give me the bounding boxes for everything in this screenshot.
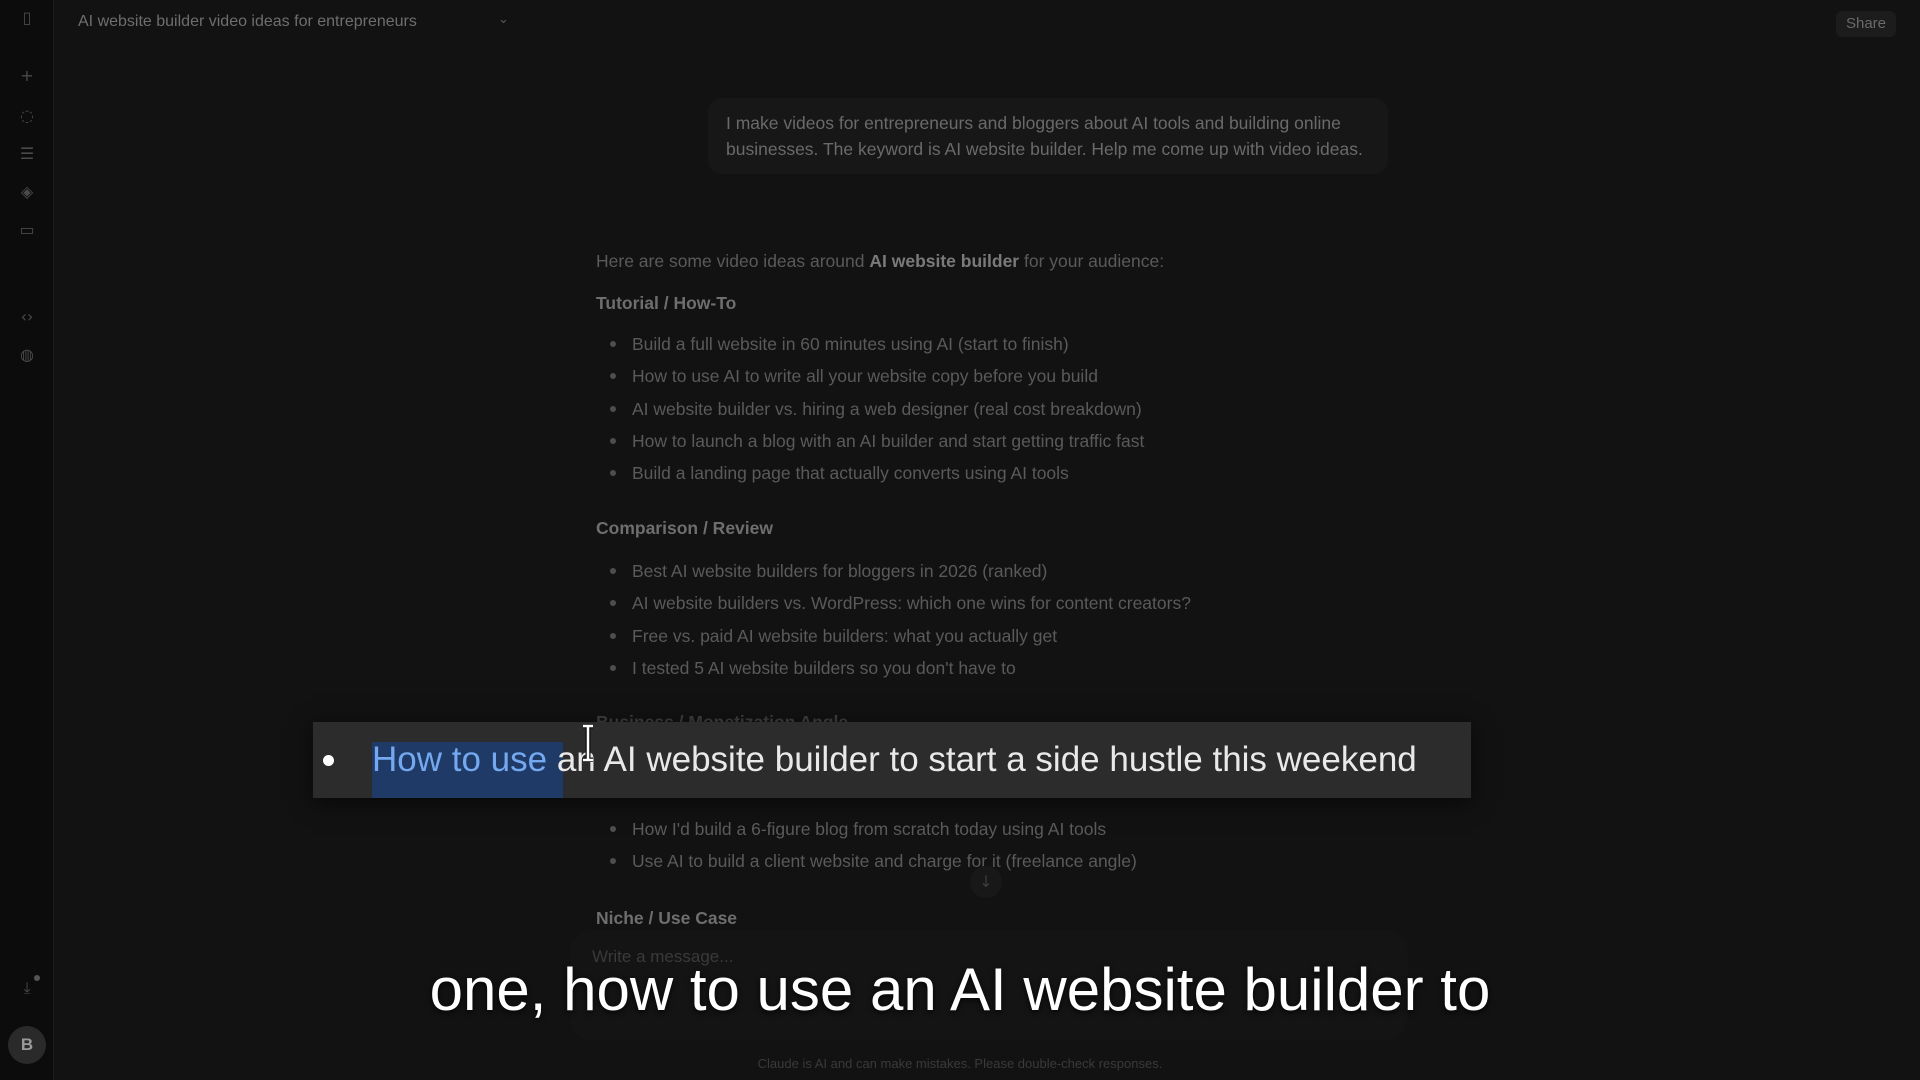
list-item: AI website builder vs. hiring a web desi…: [596, 396, 1356, 428]
app-window: ▯ + ◌ ☰ ◈ ▭ ‹› ◍ ⤓ B AI website builder …: [0, 0, 1920, 1080]
scroll-down-button[interactable]: ↓: [970, 866, 1002, 898]
disclaimer: Claude is AI and can make mistakes. Plea…: [757, 1056, 1163, 1071]
assistant-response: Here are some video ideas around AI webs…: [596, 248, 1356, 492]
list-item: How to launch a blog with an AI builder …: [596, 428, 1356, 460]
sidebar-toggle-icon[interactable]: ▯: [17, 8, 37, 28]
chevron-down-icon[interactable]: ⌄: [498, 12, 509, 27]
highlighted-item: How to use an AI website builder to star…: [372, 740, 1417, 779]
chat-title[interactable]: AI website builder video ideas for entre…: [78, 13, 417, 31]
code-icon[interactable]: ‹›: [17, 307, 37, 327]
list-item: How I'd build a 6-figure blog from scrat…: [596, 816, 1356, 848]
section-heading: Niche / Use Case: [596, 908, 738, 928]
shapes-icon[interactable]: ◈: [17, 182, 37, 202]
list-item: AI website builders vs. WordPress: which…: [596, 590, 1356, 622]
idea-list: Build a full website in 60 minutes using…: [596, 331, 1356, 492]
section-heading: Comparison / Review: [596, 518, 773, 538]
briefcase-icon[interactable]: ▭: [17, 220, 37, 240]
niche-section: Niche / Use Case: [596, 908, 1356, 929]
chat-icon[interactable]: ◌: [17, 106, 37, 126]
response-intro: Here are some video ideas around AI webs…: [596, 251, 1165, 271]
section-heading: Tutorial / How-To: [596, 293, 737, 313]
list-item: I tested 5 AI website builders so you do…: [596, 655, 1356, 687]
user-message: I make videos for entrepreneurs and blog…: [708, 98, 1388, 174]
top-bar: AI website builder video ideas for entre…: [54, 0, 1920, 44]
text-cursor-icon: [583, 724, 593, 762]
share-button[interactable]: Share: [1836, 11, 1896, 37]
plus-icon[interactable]: +: [17, 66, 37, 86]
list-item: Free vs. paid AI website builders: what …: [596, 623, 1356, 655]
left-rail: ▯ + ◌ ☰ ◈ ▭ ‹› ◍ ⤓ B: [0, 0, 54, 1080]
stack-icon[interactable]: ☰: [17, 144, 37, 164]
bullet: [323, 755, 334, 766]
idea-list: Best AI website builders for bloggers in…: [596, 558, 1356, 687]
list-item: Build a landing page that actually conve…: [596, 460, 1356, 492]
palette-icon[interactable]: ◍: [17, 345, 37, 365]
list-item: Build a full website in 60 minutes using…: [596, 331, 1356, 363]
video-caption: one, how to use an AI website builder to: [429, 956, 1491, 1023]
list-item: How to use AI to write all your website …: [596, 363, 1356, 395]
highlight-overlay: How to use an AI website builder to star…: [313, 722, 1471, 798]
comparison-section: Comparison / Review: [596, 518, 1356, 539]
list-item: Best AI website builders for bloggers in…: [596, 558, 1356, 590]
